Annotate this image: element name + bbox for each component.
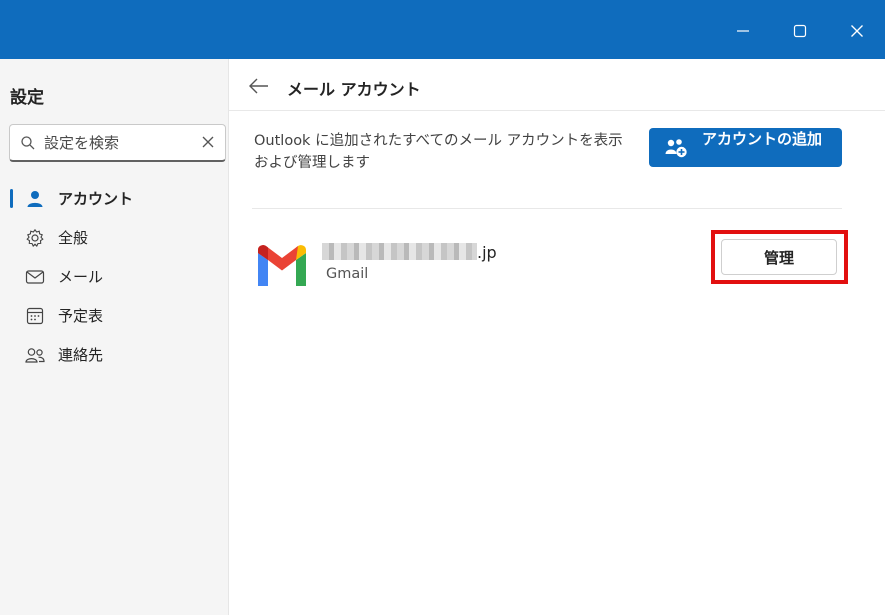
person-icon — [24, 188, 46, 210]
back-arrow-icon[interactable] — [247, 74, 271, 98]
account-provider: Gmail — [326, 266, 369, 282]
sidebar-item-mail[interactable]: メール — [0, 257, 229, 296]
manage-button[interactable]: 管理 — [721, 239, 837, 275]
section-divider — [252, 208, 842, 209]
page-header: メール アカウント — [229, 59, 885, 111]
sidebar-item-calendar[interactable]: 予定表 — [0, 296, 229, 335]
people-icon — [24, 344, 46, 366]
gear-icon — [24, 227, 46, 249]
add-account-button[interactable]: アカウントの追加 — [649, 128, 842, 167]
title-bar — [0, 0, 885, 59]
minimize-icon — [737, 30, 749, 32]
settings-title: 設定 — [10, 88, 44, 108]
calendar-icon — [24, 305, 46, 327]
settings-search-input[interactable] — [44, 131, 194, 155]
close-button[interactable] — [839, 13, 875, 49]
page-description: Outlook に追加されたすべてのメール アカウントを表示および管理します — [254, 133, 623, 171]
account-email: .jp — [322, 243, 497, 262]
sidebar-item-label: 全般 — [58, 229, 89, 247]
close-icon — [851, 25, 863, 37]
settings-sidebar: 設定 アカウント 全般 メール — [0, 59, 229, 615]
maximize-icon — [793, 24, 807, 38]
search-icon — [21, 136, 35, 150]
add-account-label: アカウントの追加 — [701, 130, 822, 148]
page-title: メール アカウント — [287, 80, 421, 99]
email-suffix: .jp — [477, 243, 497, 262]
minimize-button[interactable] — [725, 13, 761, 49]
gmail-logo-icon — [258, 245, 306, 286]
sidebar-item-accounts[interactable]: アカウント — [0, 179, 229, 218]
add-person-icon — [665, 139, 687, 158]
clear-search-icon[interactable] — [201, 135, 215, 149]
redacted-email-blur — [322, 243, 477, 260]
sidebar-item-general[interactable]: 全般 — [0, 218, 229, 257]
settings-nav: アカウント 全般 メール 予定表 連絡先 — [0, 179, 229, 374]
sidebar-item-contacts[interactable]: 連絡先 — [0, 335, 229, 374]
maximize-button[interactable] — [782, 13, 818, 49]
sidebar-item-label: アカウント — [58, 190, 134, 208]
sidebar-item-label: 予定表 — [58, 307, 104, 325]
mail-icon — [24, 266, 46, 288]
active-indicator — [10, 189, 13, 208]
settings-search-box[interactable] — [9, 124, 226, 162]
sidebar-item-label: 連絡先 — [58, 346, 104, 364]
sidebar-item-label: メール — [58, 268, 104, 286]
